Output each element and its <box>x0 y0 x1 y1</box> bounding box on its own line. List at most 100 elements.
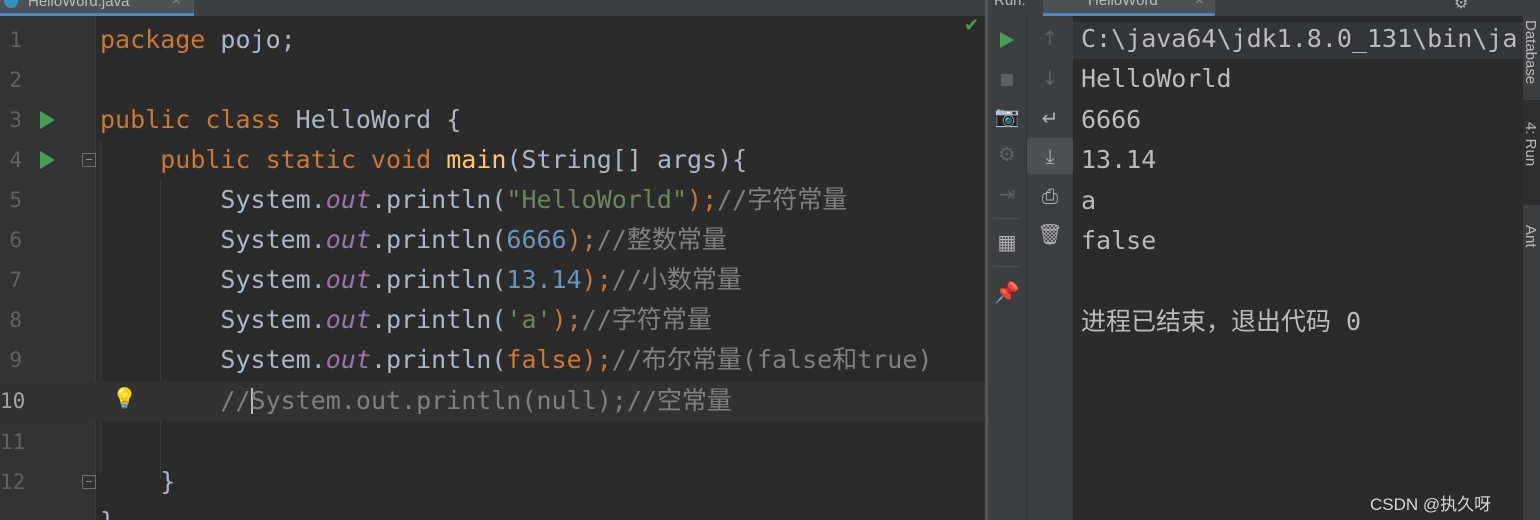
code-line[interactable]: 4 public static void main(String[] args)… <box>0 140 985 180</box>
code-text: //System.out.println(null);//空常量 <box>100 388 732 414</box>
code-token: } <box>100 507 115 520</box>
code-token: 'a' <box>506 305 552 334</box>
code-token: main <box>446 145 507 174</box>
up-arrow-icon[interactable]: ↑ <box>1027 20 1073 56</box>
code-comment: //整数常量 <box>596 225 727 254</box>
exit-icon[interactable]: ⇥ <box>988 176 1026 212</box>
line-number: 4 <box>9 148 22 172</box>
code-comment: //字符常量 <box>581 305 712 334</box>
code-text: public static void main(String[] args){ <box>100 147 747 173</box>
trash-icon[interactable]: 🗑 <box>1027 216 1073 252</box>
code-token: System. <box>100 305 326 334</box>
code-line[interactable]: 9 System.out.println(false);//布尔常量(false… <box>0 340 985 380</box>
code-token: package <box>100 25 206 54</box>
code-line[interactable]: 6 System.out.println(6666);//整数常量 <box>0 220 985 260</box>
console-line: C:\java64\jdk1.8.0_131\bin\ja <box>1081 24 1518 53</box>
code-text: } <box>100 509 115 520</box>
code-token: ); <box>687 185 718 214</box>
code-token: ); <box>566 225 597 254</box>
line-number: 10 <box>0 389 26 413</box>
console-output[interactable]: C:\java64\jdk1.8.0_131\bin\ja HelloWorld… <box>1073 16 1523 520</box>
code-text: public class HelloWord { <box>100 107 461 133</box>
code-token: System. <box>100 345 326 374</box>
code-comment: //字符常量 <box>717 185 848 214</box>
code-line[interactable]: 12 } <box>0 462 985 502</box>
toolbar-separator <box>994 218 1020 219</box>
line-number: 3 <box>9 108 22 132</box>
run-tab[interactable]: HelloWord × <box>1043 0 1215 16</box>
code-line-current[interactable]: 10 💡 //System.out.println(null);//空常量 <box>0 381 985 421</box>
code-token: System. <box>100 185 326 214</box>
code-token: .println( <box>370 345 507 374</box>
line-number: 11 <box>0 430 26 454</box>
line-number: 12 <box>0 470 26 494</box>
code-line[interactable]: 1 package pojo; <box>0 20 985 60</box>
settings-icon[interactable]: ⚙ <box>988 136 1026 172</box>
code-line[interactable]: } <box>0 502 985 520</box>
code-text: System.out.println(13.14);//小数常量 <box>100 265 742 294</box>
scroll-to-end-icon[interactable]: ⤓ <box>1027 138 1073 174</box>
code-text: System.out.println('a');//字符常量 <box>100 305 712 334</box>
editor-tab-bar: HelloWord.java × <box>0 0 985 16</box>
code-line[interactable]: 3 public class HelloWord { <box>0 100 985 140</box>
stop-icon[interactable] <box>988 60 1026 96</box>
right-tool-strip: Database 4: Run Ant <box>1523 0 1540 520</box>
code-line[interactable]: 8 System.out.println('a');//字符常量 <box>0 300 985 340</box>
code-token: .println( <box>370 265 507 294</box>
run-header: Run: HelloWord × ⚙ <box>988 0 1523 16</box>
code-line[interactable]: 11 <box>0 422 985 462</box>
toolbar-separator <box>994 266 1020 267</box>
run-toolbar-primary: 📷 ⚙ ⇥ ▦ 📌 <box>988 16 1026 520</box>
line-number: 5 <box>9 188 22 212</box>
run-toolbar-secondary: ↑ ↓ ↵ ⤓ ⎙ 🗑 <box>1026 16 1073 520</box>
pin-icon[interactable]: 📌 <box>988 274 1026 310</box>
gear-icon[interactable]: ⚙ <box>1454 0 1468 12</box>
code-comment: // <box>220 386 251 415</box>
code-comment: //小数常量 <box>611 265 742 294</box>
line-number: 8 <box>9 308 22 332</box>
run-gutter-icon[interactable] <box>40 151 55 169</box>
code-token: (String[] args){ <box>506 145 748 174</box>
run-gutter-icon[interactable] <box>40 111 55 129</box>
code-text: System.out.println("HelloWorld");//字符常量 <box>100 187 847 213</box>
code-token: System. <box>100 265 326 294</box>
down-arrow-icon[interactable]: ↓ <box>1027 60 1073 96</box>
close-icon[interactable]: × <box>1195 0 1204 9</box>
code-comment: //布尔常量(false和true) <box>611 345 933 374</box>
code-token: .println( <box>370 185 507 214</box>
soft-wrap-icon[interactable]: ↵ <box>1027 100 1073 136</box>
layout-icon[interactable]: ▦ <box>988 224 1026 260</box>
code-token: public static void <box>160 145 432 174</box>
line-number: 1 <box>9 28 22 52</box>
code-token: System. <box>100 225 326 254</box>
code-token: pojo; <box>205 25 296 54</box>
console-line: 6666 <box>1081 105 1142 134</box>
editor-tab[interactable]: HelloWord.java × <box>0 0 194 16</box>
code-token: .println( <box>370 305 507 334</box>
line-number: 9 <box>9 348 22 372</box>
print-icon[interactable]: ⎙ <box>1027 178 1073 214</box>
code-token: public class <box>100 105 281 134</box>
code-token: 13.14 <box>506 265 582 294</box>
code-editor[interactable]: HelloWord.java × ✔ 1 package pojo; 2 3 p… <box>0 0 985 520</box>
code-token: ); <box>581 345 612 374</box>
camera-icon[interactable]: 📷 <box>988 98 1026 134</box>
code-token: out <box>325 265 371 294</box>
code-text: } <box>100 469 175 495</box>
line-number: 6 <box>9 228 22 252</box>
fold-icon[interactable] <box>82 475 96 489</box>
code-comment: System.out.println(null);//空常量 <box>250 386 732 415</box>
code-line[interactable]: 7 System.out.println(13.14);//小数常量 <box>0 260 985 300</box>
code-token: "HelloWorld" <box>506 185 688 214</box>
code-line[interactable]: 5 System.out.println("HelloWorld");//字符常… <box>0 180 985 220</box>
code-text: package pojo; <box>100 27 296 53</box>
code-line[interactable]: 2 <box>0 60 985 100</box>
code-token: ); <box>551 305 582 334</box>
code-token: out <box>325 345 371 374</box>
watermark: CSDN @执久呀 <box>1370 495 1492 514</box>
fold-icon[interactable] <box>82 153 96 167</box>
rerun-icon[interactable] <box>988 20 1026 56</box>
close-icon[interactable]: × <box>172 0 181 9</box>
